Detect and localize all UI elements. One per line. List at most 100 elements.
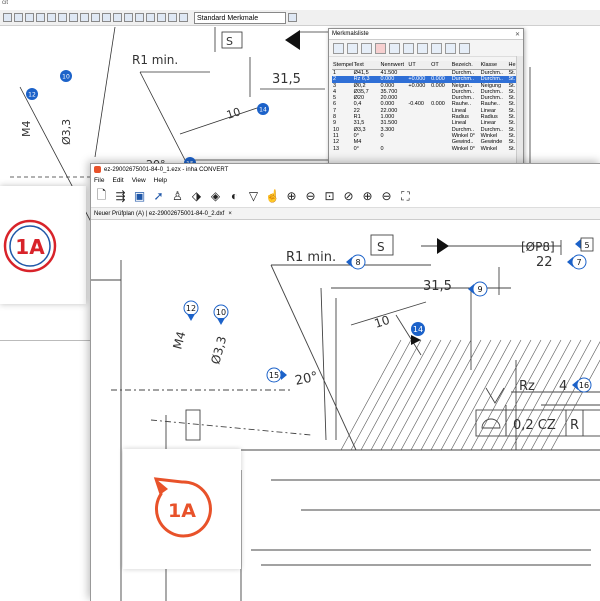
export-icon[interactable]	[459, 42, 470, 54]
dim-arrow	[411, 335, 421, 345]
move-down-icon[interactable]	[347, 42, 358, 54]
grid-icon[interactable]	[361, 42, 372, 54]
hatch-line	[530, 339, 592, 451]
table2-icon[interactable]	[403, 42, 414, 54]
zoom-minus-icon[interactable]: ⊖	[379, 189, 394, 204]
svg-text:12: 12	[28, 92, 36, 99]
table-icon[interactable]	[389, 42, 400, 54]
zoom-plus-icon[interactable]: ⊕	[360, 189, 375, 204]
table-row[interactable]: 13 0° 0 Winkel 0° Winkel St.	[332, 146, 522, 152]
hatch-line	[470, 339, 532, 451]
col-header[interactable]: OT	[430, 61, 451, 70]
hand-icon[interactable]	[288, 13, 297, 22]
tab-label: Neuer Prüfplan (A) | ez-29002675001-84-0…	[94, 210, 225, 217]
tab-close-icon[interactable]: ×	[228, 211, 232, 217]
hand-icon[interactable]: ☝	[265, 189, 280, 204]
label-d33: Ø3,3	[208, 335, 229, 366]
select-pointer-icon[interactable]: ➚	[151, 189, 166, 204]
balloon-10[interactable]: 10	[213, 304, 229, 325]
svg-text:14: 14	[259, 107, 267, 114]
hatch-line	[460, 339, 522, 451]
feature-table-body: 1 Ø41,5 41.500 Durchm.. Durchm.. St. 2 Rz 6,3 0.…	[332, 70, 522, 152]
table-cell: 13	[333, 145, 340, 152]
print-icon[interactable]	[36, 13, 45, 22]
svg-text:12: 12	[186, 304, 196, 313]
table-cell: Ø41,5	[353, 70, 369, 76]
feature-list-title: Merkmalsliste	[332, 31, 369, 37]
close-icon[interactable]: ✕	[515, 31, 520, 38]
cut-icon[interactable]	[47, 13, 56, 22]
balloon-auto-icon[interactable]	[168, 13, 177, 22]
new-icon[interactable]	[3, 13, 12, 22]
col-header[interactable]: Nennwert	[379, 61, 408, 70]
document-tab[interactable]: Neuer Prüfplan (A) | ez-29002675001-84-0…	[91, 208, 600, 220]
menu-help[interactable]: Help	[154, 177, 167, 184]
back-balloon-12[interactable]: 12	[26, 88, 38, 100]
datum-arrow	[437, 238, 449, 254]
redo-icon[interactable]	[91, 13, 100, 22]
table5-icon[interactable]	[445, 42, 456, 54]
menu-edit[interactable]: Edit	[112, 177, 123, 184]
table-cell: 41.500	[380, 70, 398, 76]
zoom-previous-icon[interactable]: ⊘	[341, 189, 356, 204]
balloon-14[interactable]: 14	[411, 322, 425, 336]
feature-list-toolbar	[329, 40, 523, 57]
zoom-out-icon[interactable]	[113, 13, 122, 22]
standard-select[interactable]: Standard Merkmale	[194, 11, 286, 24]
col-header[interactable]: UT	[407, 61, 431, 70]
menu-file[interactable]: File	[94, 177, 104, 184]
layers-icon[interactable]: ◈	[208, 189, 223, 204]
datum-arrow	[285, 30, 300, 50]
zoom-window-icon[interactable]: ⊡	[322, 189, 337, 204]
col-header[interactable]: Stempel.	[332, 61, 353, 70]
table-row[interactable]: 1 Ø41,5 41.500 Durchm.. Durchm.. St.	[332, 70, 522, 77]
back-balloon-10[interactable]: 10	[60, 70, 72, 82]
balloon-16[interactable]: 16	[572, 377, 592, 393]
filter-icon[interactable]: ▽	[246, 189, 261, 204]
open-icon[interactable]	[14, 13, 23, 22]
contrast-icon[interactable]: ◐	[227, 189, 242, 204]
filter-icon[interactable]	[146, 13, 155, 22]
balloon-8[interactable]: 8	[346, 254, 366, 270]
table-cell	[430, 146, 451, 152]
zoom-window-icon[interactable]	[124, 13, 133, 22]
user-icon[interactable]: ♙	[170, 189, 185, 204]
hatch-line	[410, 339, 472, 451]
paste-icon[interactable]	[69, 13, 78, 22]
copy-icon[interactable]	[58, 13, 67, 22]
balloon-7[interactable]: 7	[567, 254, 587, 270]
feature-table: Stempel. Text Nennwert UT OT Bezeich. Kl…	[332, 61, 522, 152]
import-icon[interactable]: ⇶	[113, 189, 128, 204]
zoom-in-icon[interactable]: ⊕	[284, 189, 299, 204]
zoom-in-icon[interactable]	[102, 13, 111, 22]
zoom-out-icon[interactable]: ⊖	[303, 189, 318, 204]
menu-view[interactable]: View	[132, 177, 146, 184]
scrollbar[interactable]	[516, 56, 523, 174]
table-cell: 0	[380, 145, 384, 152]
table3-icon[interactable]	[417, 42, 428, 54]
undo-icon[interactable]	[80, 13, 89, 22]
col-header[interactable]: Klasse	[479, 61, 508, 70]
window-title: ez-29002675001-84-0_1.ezx - inha CONVERT	[104, 166, 229, 173]
save-icon[interactable]: ▣	[132, 189, 147, 204]
balloon-5[interactable]: 5	[575, 237, 594, 252]
front-titlebar: ez-29002675001-84-0_1.ezx - inha CONVERT	[91, 164, 600, 175]
delete-icon[interactable]	[375, 42, 386, 54]
col-header[interactable]: Text	[352, 61, 380, 70]
fit-view-icon[interactable]: ⛶	[398, 189, 413, 204]
back-balloon-14[interactable]: 14	[257, 103, 269, 115]
balloon-15[interactable]: 15	[266, 367, 287, 383]
table4-icon[interactable]	[431, 42, 442, 54]
move-up-icon[interactable]	[333, 42, 344, 54]
layer-icon[interactable]	[179, 13, 188, 22]
tag-icon[interactable]: ⬗	[189, 189, 204, 204]
new-file-icon[interactable]: 🗋	[94, 188, 109, 204]
save-icon[interactable]	[25, 13, 34, 22]
balloon-icon[interactable]	[157, 13, 166, 22]
balloon-12[interactable]: 12	[183, 300, 199, 321]
hatch-line	[350, 339, 412, 451]
col-header[interactable]: Bezeich.	[450, 61, 480, 70]
zoom-fit-icon[interactable]	[135, 13, 144, 22]
table-cell: Winkel 0°	[451, 145, 475, 152]
label-dp8: [ØP8]	[521, 240, 555, 254]
